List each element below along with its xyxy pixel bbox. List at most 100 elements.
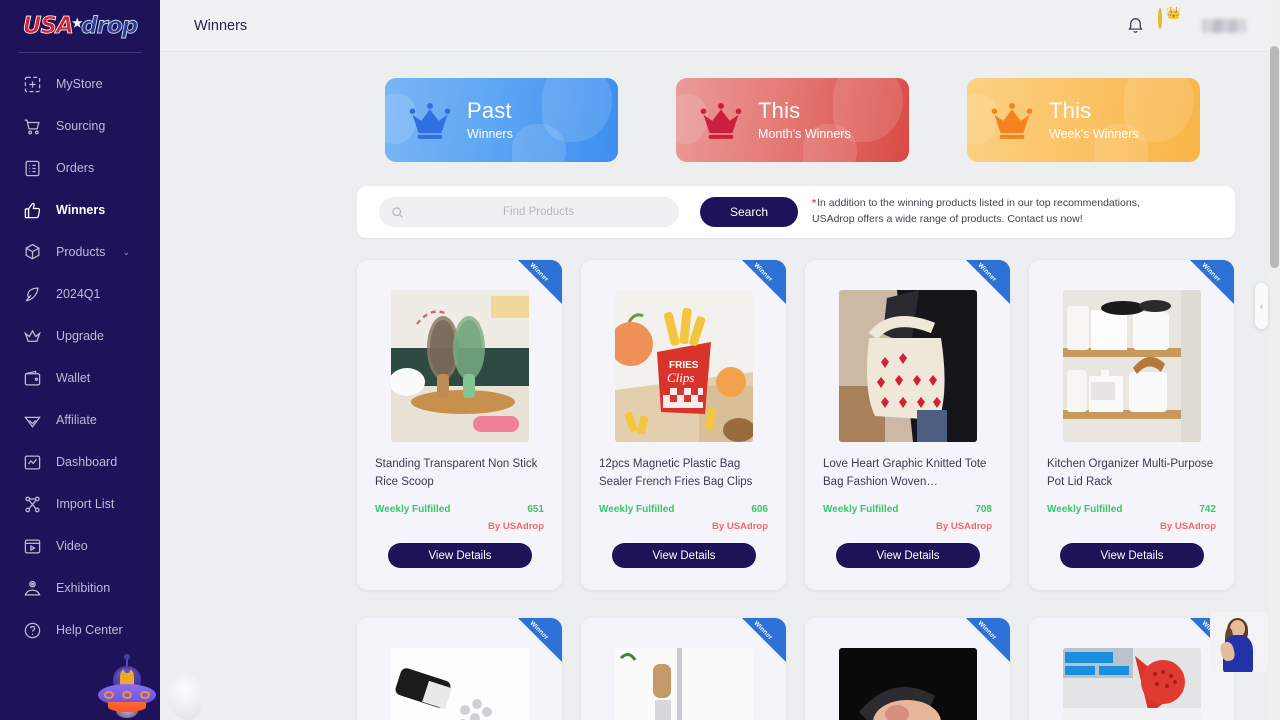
crown-icon — [22, 326, 43, 347]
sidebar-item-orders[interactable]: Orders — [0, 147, 160, 189]
product-stats: Weekly Fulfilled 651 — [375, 504, 544, 515]
username-label — [1202, 18, 1246, 33]
sidebar-nav: MyStore Sourcing Orders Winners Products… — [0, 61, 160, 651]
view-details-button[interactable]: View Details — [836, 543, 980, 568]
product-card[interactable]: Winner — [1029, 260, 1234, 590]
sidebar-item-sourcing[interactable]: Sourcing — [0, 105, 160, 147]
product-stats: Weekly Fulfilled 708 — [823, 504, 992, 515]
ribbon-label: Winner — [752, 619, 774, 642]
product-image — [838, 648, 977, 720]
avatar[interactable]: 👑 — [1158, 6, 1190, 42]
product-title: Standing Transparent Non Stick Rice Scoo… — [375, 458, 538, 488]
banner-subtitle: Month's Winners — [758, 127, 851, 142]
ufo-cat-mascot-icon — [96, 654, 158, 718]
product-card[interactable]: Winner — [805, 260, 1010, 590]
store-plus-icon — [22, 74, 43, 95]
product-card[interactable]: Winner View Details — [581, 618, 786, 720]
view-details-button[interactable]: View Details — [1060, 543, 1204, 568]
product-title: Kitchen Organizer Multi-Purpose Pot Lid … — [1047, 458, 1214, 488]
chart-icon — [22, 452, 43, 473]
sidebar-collapse-handle[interactable]: ‹ — [1255, 283, 1268, 329]
product-grid: Winner Standing Transparent Non Stick Ri… — [357, 260, 1237, 720]
sidebar-item-exhibition[interactable]: Exhibition — [0, 567, 160, 609]
product-card[interactable]: Winner View Details — [805, 618, 1010, 720]
sidebar-item-2024q1[interactable]: 2024Q1 — [0, 273, 160, 315]
search-note: *In addition to the winning products lis… — [812, 196, 1140, 228]
search-button[interactable]: Search — [700, 197, 798, 227]
product-card[interactable]: Winner — [357, 260, 562, 590]
product-image — [1062, 648, 1201, 720]
product-image — [614, 648, 753, 720]
stat-value: 606 — [751, 504, 768, 515]
banner-this-months-winners[interactable]: This Month's Winners — [676, 78, 909, 162]
banner-title: This — [758, 97, 801, 123]
product-image — [390, 290, 529, 442]
scrollbar-thumb[interactable] — [1270, 46, 1279, 268]
search-note-line1: In addition to the winning products list… — [817, 197, 1140, 210]
search-field-wrap[interactable] — [379, 197, 679, 227]
sidebar: USA ★ drop MyStore Sourcing Orders Winne — [0, 0, 160, 720]
winner-banner-group: Past Winners This Month's Winners This W… — [160, 52, 1280, 162]
notification-bell-icon[interactable] — [1126, 16, 1146, 36]
brand-logo[interactable]: USA ★ drop — [0, 0, 160, 52]
stat-label: Weekly Fulfilled — [1047, 504, 1123, 515]
product-stats: Weekly Fulfilled 742 — [1047, 504, 1216, 515]
banner-subtitle: Winners — [467, 127, 513, 142]
crown-icon — [991, 100, 1033, 140]
search-bar: Search *In addition to the winning produ… — [357, 186, 1235, 238]
page-scrollbar[interactable] — [1269, 0, 1280, 720]
product-card[interactable]: Winner FRIES Clips 12pcs Magnetic Plasti… — [581, 260, 786, 590]
sidebar-item-dashboard[interactable]: Dashboard — [0, 441, 160, 483]
sidebar-item-winners[interactable]: Winners — [0, 189, 160, 231]
view-details-button[interactable]: View Details — [388, 543, 532, 568]
agent-avatar-image — [1218, 618, 1255, 672]
banner-subtitle: Week's Winners — [1049, 127, 1139, 142]
sidebar-item-label: 2024Q1 — [56, 287, 101, 301]
sidebar-item-mystore[interactable]: MyStore — [0, 63, 160, 105]
svg-text:Clips: Clips — [667, 370, 694, 385]
view-details-button[interactable]: View Details — [612, 543, 756, 568]
network-icon — [22, 494, 43, 515]
wallet-icon — [22, 368, 43, 389]
exhibition-icon — [22, 578, 43, 599]
sidebar-item-wallet[interactable]: Wallet — [0, 357, 160, 399]
banner-past-winners[interactable]: Past Winners — [385, 78, 618, 162]
sidebar-item-upgrade[interactable]: Upgrade — [0, 315, 160, 357]
logo-drop-text: drop — [81, 12, 139, 39]
stat-label: Weekly Fulfilled — [375, 504, 451, 515]
sidebar-item-label: Video — [56, 539, 88, 553]
sidebar-divider — [18, 52, 142, 53]
sidebar-item-import-list[interactable]: Import List — [0, 483, 160, 525]
search-input[interactable] — [410, 206, 667, 218]
crown-badge-icon: 👑 — [1166, 5, 1181, 20]
support-agent-widget[interactable] — [1210, 612, 1268, 672]
stat-label: Weekly Fulfilled — [823, 504, 899, 515]
sidebar-item-label: Orders — [56, 161, 95, 175]
asterisk-marker: * — [812, 197, 817, 210]
product-card[interactable]: Winner View Details — [357, 618, 562, 720]
sidebar-item-label: Affiliate — [56, 413, 97, 427]
main-area: Winners 👑 Past Winners This Month's Winn… — [160, 0, 1280, 720]
page-title: Winners — [194, 17, 248, 34]
clipboard-icon — [22, 158, 43, 179]
product-image: FRIES Clips — [614, 290, 753, 442]
sidebar-item-label: Exhibition — [56, 581, 111, 595]
stat-value: 742 — [1199, 504, 1216, 515]
product-card[interactable]: Winner — [1029, 618, 1234, 720]
sidebar-item-products[interactable]: Products ⌄ — [0, 231, 160, 273]
chevron-down-icon[interactable]: ⌄ — [122, 247, 130, 258]
app-root: USA ★ drop MyStore Sourcing Orders Winne — [0, 0, 1280, 720]
crown-icon — [409, 100, 451, 140]
video-icon — [22, 536, 43, 557]
banner-title: This — [1049, 97, 1092, 123]
sidebar-item-affiliate[interactable]: Affiliate — [0, 399, 160, 441]
banner-this-weeks-winners[interactable]: This Week's Winners — [967, 78, 1200, 162]
product-stats: Weekly Fulfilled 606 — [599, 504, 768, 515]
sidebar-item-video[interactable]: Video — [0, 525, 160, 567]
stat-label: Weekly Fulfilled — [599, 504, 675, 515]
box-icon — [22, 242, 43, 263]
crown-icon — [700, 100, 742, 140]
sidebar-item-help-center[interactable]: Help Center — [0, 609, 160, 651]
sidebar-item-label: Winners — [56, 203, 106, 217]
stat-value: 651 — [527, 504, 544, 515]
